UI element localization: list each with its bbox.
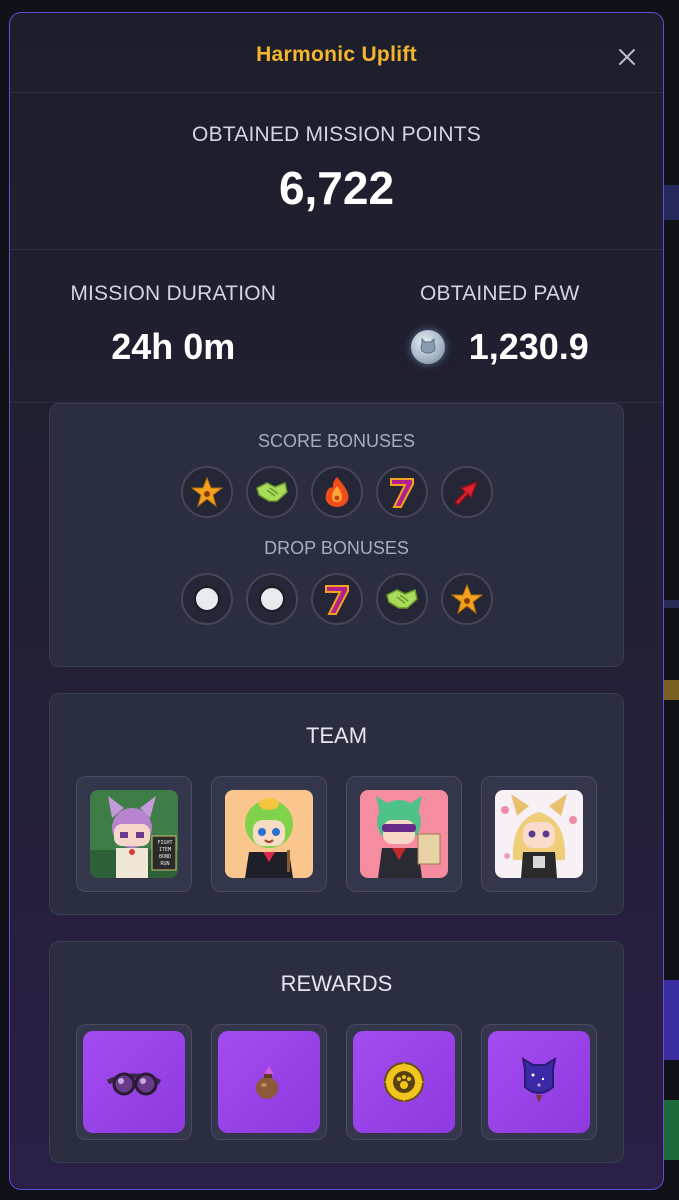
obtained-paw-value: 1,230.9 — [468, 326, 589, 367]
mission-result-modal: Harmonic Uplift OBTAINED MISSION POINTS … — [9, 12, 664, 1190]
team-member-4[interactable] — [481, 776, 597, 892]
team-member-3[interactable] — [346, 776, 462, 892]
lucky-seven-icon[interactable] — [310, 573, 363, 625]
avatar-menu-fight: FIGHT — [157, 840, 173, 846]
team-member-1[interactable]: FIGHT ITEM BOND RUN — [76, 776, 192, 892]
sunflower-paw-icon — [353, 1031, 455, 1133]
modal-header: Harmonic Uplift — [10, 13, 663, 93]
cosmic-cat-badge-icon — [488, 1031, 590, 1133]
handshake-icon[interactable] — [375, 573, 428, 625]
mission-duration-value: 24h 0m — [111, 326, 236, 367]
bonuses-card: SCORE BONUSES DROP BONUSES — [49, 403, 624, 667]
rising-arrow-icon[interactable] — [440, 466, 493, 518]
drop-bonuses-label: DROP BONUSES — [264, 538, 409, 558]
mission-points-value: 6,722 — [278, 162, 395, 214]
obtained-paw-stat: OBTAINED PAW 1,230.9 — [337, 250, 664, 402]
reward-item-3[interactable] — [346, 1024, 462, 1140]
avatar-menu-run: RUN — [160, 861, 170, 867]
reward-item-4[interactable] — [481, 1024, 597, 1140]
paw-coin-icon — [410, 330, 445, 364]
rewards-title: REWARDS — [280, 971, 393, 996]
score-bonuses-label: SCORE BONUSES — [257, 431, 416, 451]
modal-title: Harmonic Uplift — [256, 43, 417, 66]
reward-item-2[interactable] — [211, 1024, 327, 1140]
team-member-2[interactable] — [211, 776, 327, 892]
avatar-menu-item: ITEM — [158, 847, 172, 853]
avatar-menu-bond: BOND — [158, 854, 172, 860]
empty-slot-icon[interactable] — [245, 573, 298, 625]
lucky-seven-icon[interactable] — [375, 466, 428, 518]
team-card: TEAM FIGHT ITEM BOND RUN — [49, 693, 624, 915]
cat-girl-pink-avatar: FIGHT ITEM BOND RUN — [90, 790, 178, 878]
mission-points-label: OBTAINED MISSION POINTS — [192, 123, 481, 146]
green-hair-boy-avatar — [225, 790, 313, 878]
mission-duration-stat: MISSION DURATION 24h 0m — [10, 250, 337, 402]
empty-slot-icon[interactable] — [180, 573, 233, 625]
drop-bonuses-row — [50, 573, 623, 625]
rewards-row — [50, 1024, 623, 1140]
team-members-row: FIGHT ITEM BOND RUN — [50, 776, 623, 892]
handshake-icon[interactable] — [245, 466, 298, 518]
reward-item-1[interactable] — [76, 1024, 192, 1140]
green-hair-sunglasses-avatar — [360, 790, 448, 878]
team-title: TEAM — [305, 723, 368, 748]
goggles-icon — [83, 1031, 185, 1133]
rewards-card: REWARDS — [49, 941, 624, 1163]
fire-paw-icon[interactable] — [310, 466, 363, 518]
blonde-fox-girl-avatar — [495, 790, 583, 878]
mission-duration-label: MISSION DURATION — [70, 282, 277, 305]
obtained-paw-label: OBTAINED PAW — [419, 282, 580, 305]
score-bonuses-row — [50, 466, 623, 518]
close-icon[interactable] — [617, 47, 637, 67]
star-paw-icon[interactable] — [440, 573, 493, 625]
seed-pouch-icon — [218, 1031, 320, 1133]
mission-points-section: OBTAINED MISSION POINTS 6,722 — [10, 93, 663, 250]
mission-stats-section: MISSION DURATION 24h 0m OBTAINED PAW 1,2… — [10, 250, 663, 403]
star-paw-icon[interactable] — [180, 466, 233, 518]
